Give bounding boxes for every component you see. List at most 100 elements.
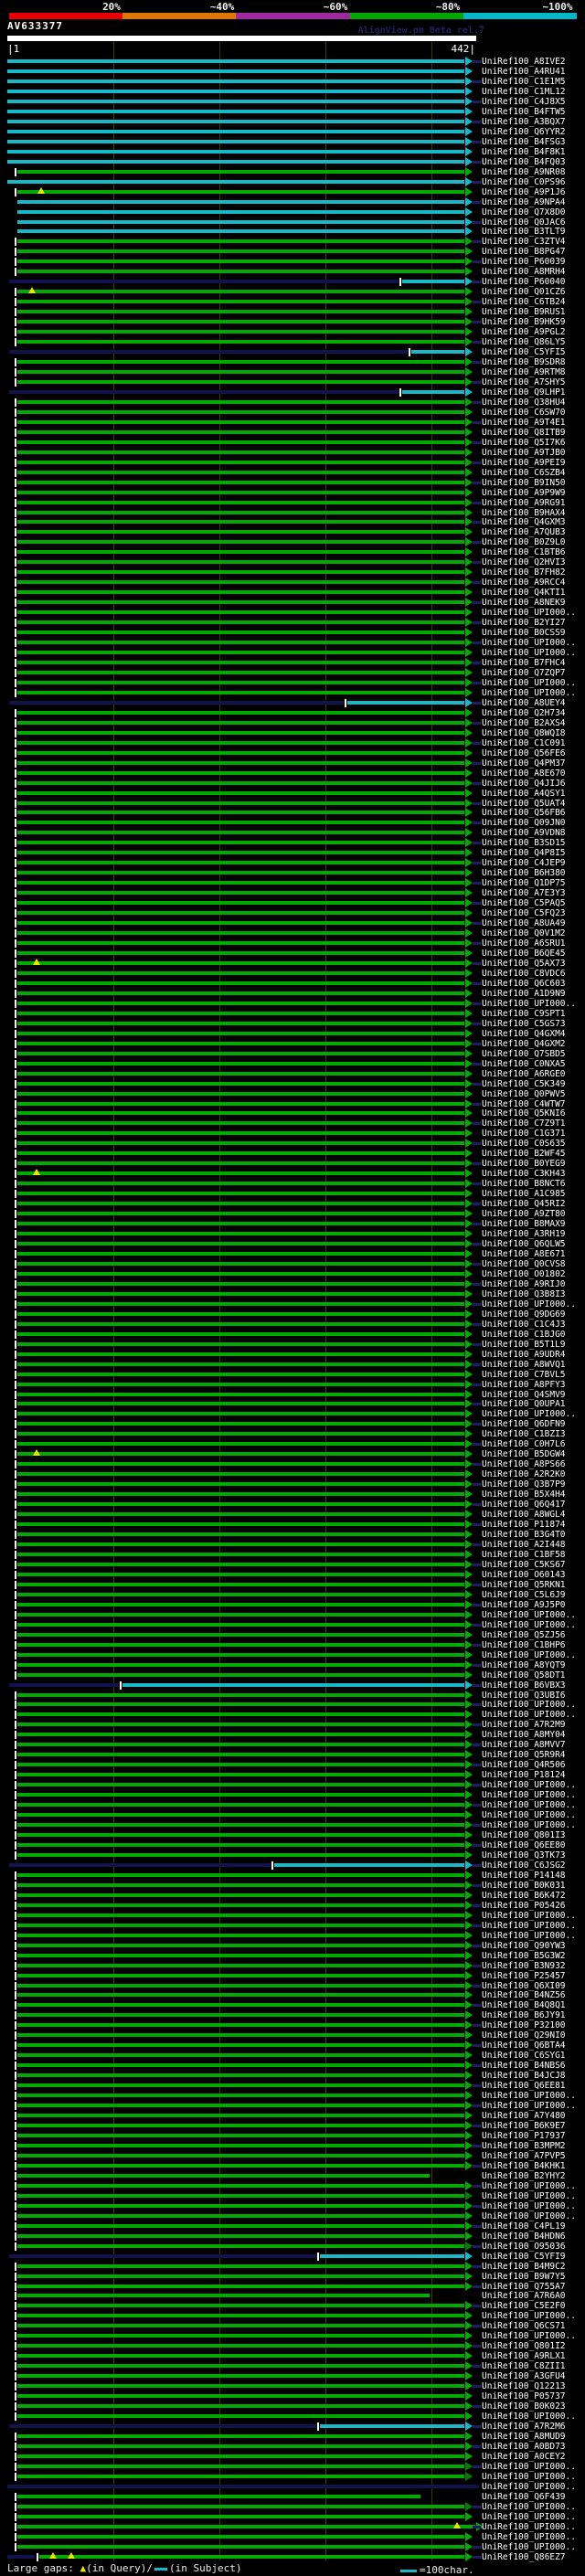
hit-label[interactable]: UniRef100_B3SD15	[482, 838, 566, 848]
hit-label[interactable]: UniRef100_A7SHY5	[482, 377, 566, 387]
hit-line[interactable]	[17, 490, 464, 494]
hit-label[interactable]: UniRef100_C5KS67	[482, 1560, 566, 1570]
alignment-row[interactable]: UniRef100_Q6YYR2	[0, 126, 585, 137]
hit-line[interactable]	[17, 730, 464, 735]
hit-label[interactable]: UniRef100_A6SRU1	[482, 938, 566, 949]
hit-line[interactable]	[17, 2213, 464, 2218]
hit-line[interactable]	[17, 590, 464, 595]
hit-label[interactable]: UniRef100_UPI000..	[482, 678, 576, 688]
hit-label[interactable]: UniRef100_UPI000..	[482, 2331, 576, 2341]
hit-line[interactable]	[17, 1091, 464, 1096]
alignment-row[interactable]: UniRef100_B0K023	[0, 2401, 585, 2412]
alignment-row[interactable]: UniRef100_P14148	[0, 1870, 585, 1881]
hit-label[interactable]: UniRef100_B0K031	[482, 1881, 566, 1891]
hit-label[interactable]: UniRef100_B4Q8Q1	[482, 2000, 566, 2010]
hit-line[interactable]	[17, 1392, 464, 1396]
hit-line-unaligned[interactable]	[9, 700, 344, 705]
alignment-row[interactable]: UniRef100_UPI000..	[0, 2210, 585, 2221]
hit-line[interactable]	[17, 2414, 464, 2418]
hit-label[interactable]: UniRef100_Q5ZJ56	[482, 1630, 566, 1640]
hit-label[interactable]: UniRef100_Q29NI0	[482, 2030, 566, 2041]
alignment-row[interactable]: UniRef100_Q6Q417	[0, 1500, 585, 1510]
alignment-row[interactable]: UniRef100_UPI000..	[0, 687, 585, 698]
alignment-row[interactable]: UniRef100_UPI000..	[0, 638, 585, 648]
hit-label[interactable]: UniRef100_B0Z9L0	[482, 537, 566, 547]
alignment-row[interactable]: UniRef100_B4Q8Q1	[0, 2000, 585, 2010]
alignment-row[interactable]: UniRef100_UPI000..	[0, 1820, 585, 1830]
hit-line[interactable]	[7, 109, 464, 113]
alignment-row[interactable]: UniRef100_UPI000..	[0, 2471, 585, 2482]
hit-label[interactable]: UniRef100_UPI000..	[482, 1299, 576, 1309]
hit-line[interactable]	[17, 1803, 464, 1807]
hit-line[interactable]	[17, 1923, 464, 1927]
hit-line[interactable]	[320, 2253, 464, 2258]
hit-line[interactable]	[17, 651, 464, 654]
hit-line[interactable]	[17, 631, 464, 635]
hit-line[interactable]	[17, 419, 464, 424]
hit-line[interactable]	[17, 2454, 464, 2458]
hit-line[interactable]	[17, 2193, 464, 2198]
hit-label[interactable]: UniRef100_A7PVP5	[482, 2151, 566, 2161]
alignment-row[interactable]: UniRef100_B3TLT9	[0, 227, 585, 237]
hit-label[interactable]: UniRef100_UPI000..	[482, 2532, 576, 2542]
alignment-row[interactable]: UniRef100_Q5AX73	[0, 958, 585, 969]
alignment-row[interactable]: UniRef100_Q4GXM3	[0, 517, 585, 527]
hit-line[interactable]	[17, 360, 464, 364]
alignment-row[interactable]: UniRef100_Q755A7	[0, 2281, 585, 2292]
hit-label[interactable]: UniRef100_C9SPT1	[482, 1009, 566, 1019]
alignment-row[interactable]: UniRef100_UPI000..	[0, 2541, 585, 2552]
hit-line[interactable]	[17, 1492, 464, 1497]
hit-label[interactable]: UniRef100_Q5R9R4	[482, 1750, 566, 1760]
hit-label[interactable]: UniRef100_C1C4J3	[482, 1320, 566, 1330]
hit-label[interactable]: UniRef100_C1BZI3	[482, 1429, 566, 1439]
hit-line[interactable]	[17, 2243, 464, 2248]
hit-line[interactable]	[17, 1963, 464, 1967]
hit-line[interactable]	[17, 570, 464, 575]
hit-line-unaligned[interactable]	[7, 2484, 479, 2488]
alignment-row[interactable]: UniRef100_C5K349	[0, 1078, 585, 1089]
hit-label[interactable]: UniRef100_UPI000..	[482, 1790, 576, 1800]
hit-label[interactable]: UniRef100_B4HDN6	[482, 2231, 566, 2242]
alignment-row[interactable]: UniRef100_Q45RI2	[0, 1199, 585, 1209]
hit-line[interactable]	[17, 2233, 464, 2238]
hit-line[interactable]	[17, 2033, 464, 2038]
hit-line[interactable]	[17, 2394, 464, 2399]
hit-label[interactable]: UniRef100_B9RUS1	[482, 307, 566, 317]
hit-label[interactable]: UniRef100_B4FSG3	[482, 137, 566, 147]
hit-label[interactable]: UniRef100_B0K023	[482, 2401, 566, 2412]
hit-line[interactable]	[17, 1793, 464, 1797]
alignment-row[interactable]: UniRef100_Q56FB6	[0, 808, 585, 818]
hit-label[interactable]: UniRef100_Q4GXM4	[482, 1029, 566, 1039]
hit-line[interactable]	[17, 1382, 464, 1386]
hit-line[interactable]	[17, 1212, 464, 1216]
hit-line[interactable]	[17, 1482, 464, 1487]
hit-label[interactable]: UniRef100_B5G3W2	[482, 1951, 566, 1961]
alignment-row[interactable]: UniRef100_A9J5P0	[0, 1599, 585, 1610]
hit-line[interactable]	[17, 1031, 464, 1035]
hit-label[interactable]: UniRef100_A9RCC4	[482, 578, 566, 588]
hit-label[interactable]: UniRef100_Q4R506	[482, 1760, 566, 1770]
hit-label[interactable]: UniRef100_B3G4T0	[482, 1530, 566, 1540]
hit-line[interactable]	[17, 1111, 464, 1116]
hit-line[interactable]	[17, 2443, 464, 2448]
alignment-row[interactable]: UniRef100_B9IN50	[0, 477, 585, 488]
hit-label[interactable]: UniRef100_B4NBS6	[482, 2061, 566, 2071]
alignment-row[interactable]: UniRef100_C5YFI9	[0, 2251, 585, 2262]
hit-label[interactable]: UniRef100_Q0V1M2	[482, 928, 566, 938]
hit-label[interactable]: UniRef100_UPI000..	[482, 608, 576, 618]
hit-line-unaligned[interactable]	[9, 350, 408, 354]
hit-label[interactable]: UniRef100_Q755A7	[482, 2282, 566, 2292]
alignment-row[interactable]: UniRef100_B2WF45	[0, 1149, 585, 1159]
hit-label[interactable]: UniRef100_UPI000..	[482, 1931, 576, 1941]
alignment-row[interactable]: UniRef100_Q4R506	[0, 1760, 585, 1770]
hit-line[interactable]	[17, 1763, 464, 1767]
alignment-row[interactable]: UniRef100_A9RCC4	[0, 578, 585, 588]
hit-line[interactable]	[17, 2043, 464, 2048]
hit-label[interactable]: UniRef100_C1ML12	[482, 87, 566, 97]
hit-label[interactable]: UniRef100_C1G371	[482, 1129, 566, 1139]
hit-line[interactable]	[17, 1432, 464, 1436]
hit-line[interactable]	[17, 580, 464, 585]
alignment-row[interactable]: UniRef100_A9PEI9	[0, 457, 585, 468]
alignment-row[interactable]: UniRef100_Q7X8D0	[0, 207, 585, 217]
hit-line[interactable]	[17, 1061, 464, 1065]
